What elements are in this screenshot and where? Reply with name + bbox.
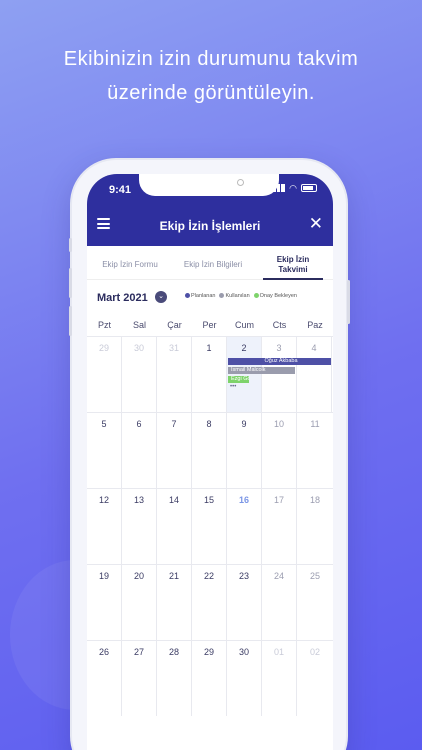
close-icon[interactable]: ✕ bbox=[309, 214, 323, 234]
calendar-day[interactable]: 8 bbox=[192, 413, 227, 488]
weekday-label: Çar bbox=[167, 320, 182, 330]
legend: Planlanan Kullanılan Onay Bekleyen bbox=[185, 293, 297, 299]
legend-label: Onay Bekleyen bbox=[259, 293, 297, 299]
calendar-week: 12 13 14 15 16 17 18 bbox=[87, 488, 333, 564]
calendar-day[interactable]: 19 bbox=[87, 565, 122, 640]
app-header: 9:41 ◠ Ekip İzin İşlemleri ✕ bbox=[87, 174, 333, 246]
weekday-label: Cum bbox=[234, 320, 254, 330]
calendar-day[interactable]: 31 bbox=[157, 337, 192, 412]
tab-ekip-izin-formu[interactable]: Ekip İzin Formu bbox=[87, 250, 173, 279]
tab-bar: Ekip İzin Formu Ekip İzin Bilgileri Ekip… bbox=[87, 250, 333, 280]
calendar-day[interactable]: 3 bbox=[262, 337, 297, 412]
calendar-week: 19 20 21 22 23 24 25 bbox=[87, 564, 333, 640]
calendar-day[interactable]: 1 bbox=[192, 337, 227, 412]
legend-label: Kullanılan bbox=[225, 293, 250, 299]
calendar-week: 29 30 31 1 2 3 4 Oğuz Akbaba İsmail Malc… bbox=[87, 336, 333, 412]
tab-label-line-1: Ekip İzin bbox=[276, 254, 310, 264]
calendar-day[interactable]: 6 bbox=[122, 413, 157, 488]
info-icon bbox=[219, 293, 225, 298]
calendar-week: 26 27 28 29 30 01 02 bbox=[87, 640, 333, 716]
battery-icon bbox=[301, 184, 317, 192]
more-events-indicator[interactable]: ••• bbox=[230, 384, 236, 390]
headline-line-2: üzerinde görüntüleyin. bbox=[107, 82, 315, 104]
event-used[interactable]: İsmail Malcolk bbox=[228, 367, 295, 374]
calendar-day[interactable]: 28 bbox=[157, 641, 192, 716]
calendar-day[interactable]: 23 bbox=[227, 565, 262, 640]
calendar-day[interactable]: 18 bbox=[297, 489, 333, 564]
calendar-day[interactable]: 7 bbox=[157, 413, 192, 488]
legend-item-planned: Planlanan bbox=[185, 293, 215, 299]
calendar-day[interactable]: 13 bbox=[122, 489, 157, 564]
calendar-day[interactable]: 29 bbox=[192, 641, 227, 716]
status-icons: ◠ bbox=[273, 183, 317, 193]
tab-label-line-2: Takvimi bbox=[278, 264, 308, 274]
phone-mute-switch bbox=[69, 238, 72, 252]
weekday-label: Pzt bbox=[97, 320, 111, 330]
calendar-day[interactable]: 21 bbox=[157, 565, 192, 640]
headline-line-1: Ekibinizin izin durumunu takvim bbox=[63, 48, 359, 70]
calendar-day[interactable]: 30 bbox=[122, 337, 157, 412]
weekday-label: Per bbox=[202, 320, 217, 330]
calendar-day[interactable]: 29 bbox=[87, 337, 122, 412]
calendar-grid: Pzt Sal Çar Per Cum Cts Paz 29 30 31 1 2… bbox=[87, 314, 333, 716]
calendar-day[interactable]: 02 bbox=[297, 641, 333, 716]
event-pending[interactable]: Ezgi Göka bbox=[228, 376, 249, 383]
camera-icon bbox=[237, 179, 244, 186]
calendar-day[interactable]: 01 bbox=[262, 641, 297, 716]
promo-headline: Ekibinizin izin durumunu takvim üzerinde… bbox=[0, 42, 422, 110]
calendar-week: 5 6 7 8 9 10 11 bbox=[87, 412, 333, 488]
calendar-day[interactable]: 12 bbox=[87, 489, 122, 564]
calendar-day[interactable]: 9 bbox=[227, 413, 262, 488]
calendar-day[interactable]: 11 bbox=[297, 413, 333, 488]
calendar-day-selected[interactable]: 2 bbox=[227, 337, 262, 412]
chevron-down-icon[interactable]: ⌄ bbox=[155, 291, 167, 303]
legend-item-used: Kullanılan bbox=[219, 293, 250, 299]
app-screen: 9:41 ◠ Ekip İzin İşlemleri ✕ Ekip İzin F… bbox=[87, 174, 333, 750]
legend-label: Planlanan bbox=[191, 293, 216, 299]
calendar-day[interactable]: 26 bbox=[87, 641, 122, 716]
calendar-day[interactable]: 15 bbox=[192, 489, 227, 564]
tab-ekip-izin-takvimi[interactable]: Ekip İzin Takvimi bbox=[253, 250, 333, 280]
calendar-day-today[interactable]: 16 bbox=[227, 489, 262, 564]
phone-volume-down bbox=[69, 306, 72, 336]
info-icon bbox=[185, 293, 190, 298]
calendar-day[interactable]: 24 bbox=[262, 565, 297, 640]
wifi-icon: ◠ bbox=[289, 183, 297, 193]
info-icon bbox=[253, 293, 259, 298]
event-planned[interactable]: Oğuz Akbaba bbox=[228, 358, 331, 365]
weekday-label: Paz bbox=[307, 320, 323, 330]
legend-item-pending: Onay Bekleyen bbox=[253, 293, 297, 299]
calendar-day[interactable]: 14 bbox=[157, 489, 192, 564]
calendar-day[interactable]: 22 bbox=[192, 565, 227, 640]
calendar-day[interactable]: 5 bbox=[87, 413, 122, 488]
page-title: Ekip İzin İşlemleri bbox=[159, 219, 261, 233]
calendar-day[interactable]: 27 bbox=[122, 641, 157, 716]
phone-volume-up bbox=[69, 268, 72, 298]
calendar-day[interactable]: 30 bbox=[227, 641, 262, 716]
month-label: Mart 2021 bbox=[97, 292, 148, 304]
calendar-day[interactable]: 20 bbox=[122, 565, 157, 640]
status-time: 9:41 bbox=[109, 184, 132, 196]
weekday-label: Sal bbox=[132, 320, 146, 330]
weekday-label: Cts bbox=[272, 320, 287, 330]
calendar-day[interactable]: 4 bbox=[297, 337, 332, 412]
weekday-header: Pzt Sal Çar Per Cum Cts Paz bbox=[87, 314, 333, 336]
phone-notch bbox=[139, 174, 279, 196]
tab-ekip-izin-bilgileri[interactable]: Ekip İzin Bilgileri bbox=[173, 250, 253, 279]
calendar-day[interactable]: 25 bbox=[297, 565, 333, 640]
signal-icon bbox=[273, 184, 286, 192]
calendar-day[interactable]: 17 bbox=[262, 489, 297, 564]
calendar-day[interactable]: 10 bbox=[262, 413, 297, 488]
month-header: Mart 2021 ⌄ Planlanan Kullanılan Onay Be… bbox=[97, 290, 333, 306]
phone-power-button bbox=[347, 280, 350, 324]
